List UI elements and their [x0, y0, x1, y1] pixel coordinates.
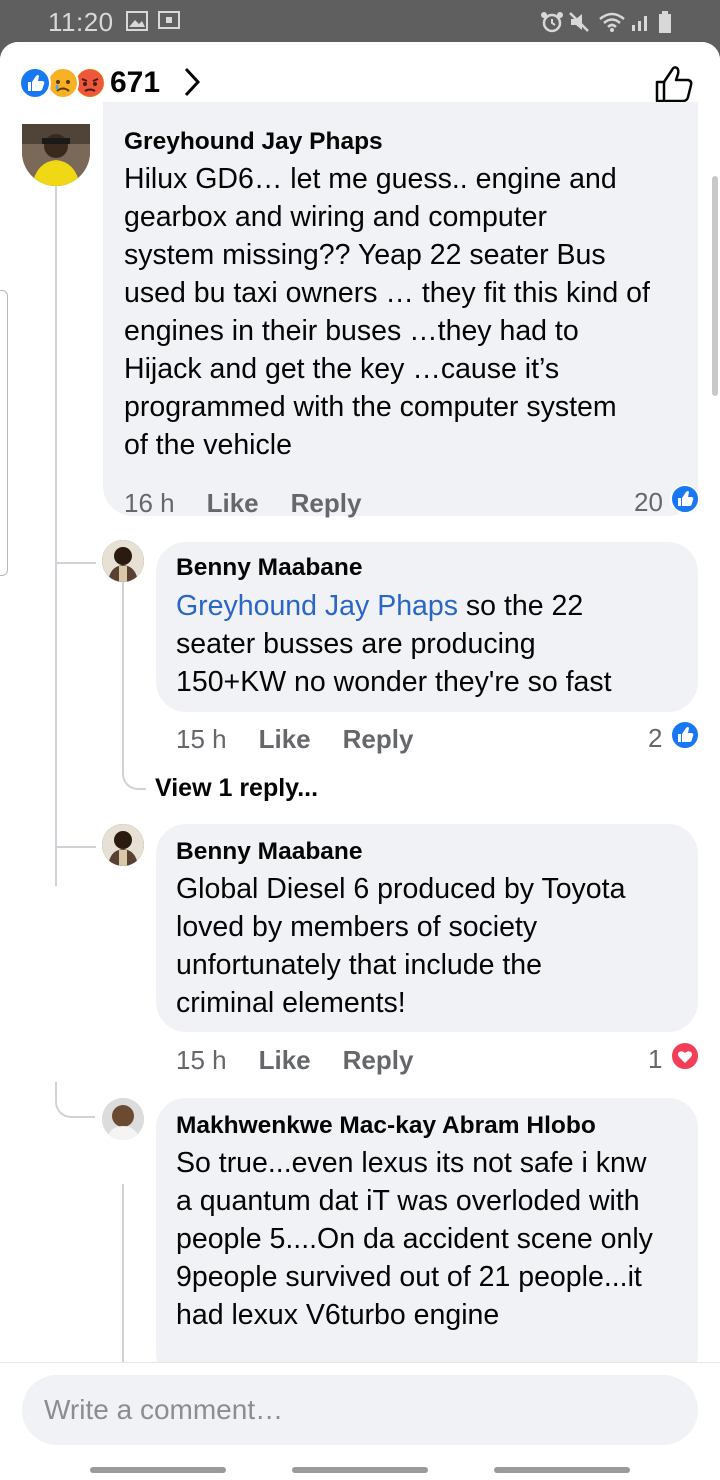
- like-button[interactable]: Like: [259, 1045, 311, 1075]
- comment-input[interactable]: [22, 1375, 698, 1445]
- chevron-right-icon[interactable]: [182, 66, 202, 98]
- left-edge-handle: [0, 290, 8, 576]
- comment-time: 16 h: [124, 488, 175, 518]
- avatar-image: [102, 1098, 144, 1140]
- avatar[interactable]: [102, 824, 144, 866]
- signal-icon: [632, 16, 647, 31]
- reply-button[interactable]: Reply: [291, 488, 362, 518]
- like-button[interactable]: Like: [259, 724, 311, 754]
- mute-icon: [569, 12, 589, 32]
- like-badge-icon: [670, 484, 700, 514]
- screen-icon: [158, 11, 180, 29]
- thread-curve: [55, 1082, 95, 1118]
- comment-actions: 16 h Like Reply: [124, 488, 393, 519]
- thread-branch: [56, 562, 96, 564]
- comment-text: Hilux GD6… let me guess.. engine and gea…: [124, 163, 650, 461]
- gallery-icon: [126, 11, 148, 31]
- avatar[interactable]: [102, 540, 144, 582]
- comment-text: Greyhound Jay Phaps so the 22 seater bus…: [176, 587, 696, 701]
- avatar-image: [22, 124, 90, 186]
- like-icon: [19, 67, 51, 99]
- love-badge-icon: [670, 1041, 700, 1071]
- alarm-icon: [541, 12, 563, 33]
- comment-author[interactable]: Makhwenkwe Mac-kay Abram Hlobo: [176, 1112, 596, 1140]
- reaction-total: 671: [110, 66, 161, 99]
- comment-text: Global Diesel 6 produced by Toyota loved…: [176, 873, 626, 1019]
- thread-line: [55, 186, 57, 886]
- thread-branch: [56, 846, 96, 848]
- scrollbar[interactable]: [712, 176, 718, 396]
- like-button[interactable]: Like: [207, 488, 259, 518]
- view-replies-link[interactable]: View 1 reply...: [155, 774, 318, 803]
- status-time: 11:20: [48, 7, 114, 37]
- avatar[interactable]: [102, 1098, 144, 1140]
- reply-thread-line: [122, 1184, 124, 1374]
- wifi-icon: [599, 12, 625, 32]
- like-outline-icon[interactable]: [654, 64, 694, 104]
- status-bar: 11:20: [0, 0, 720, 44]
- comment-time: 15 h: [176, 1045, 227, 1075]
- reply-thread-curve: [122, 762, 146, 790]
- reply-button[interactable]: Reply: [343, 724, 414, 754]
- sad-icon: [47, 67, 79, 99]
- comment-author[interactable]: Benny Maabane: [176, 554, 363, 582]
- avatar-image: [102, 824, 144, 866]
- nav-back-button[interactable]: [494, 1467, 630, 1473]
- reaction-count[interactable]: 2: [648, 723, 662, 754]
- reaction-count[interactable]: 1: [648, 1044, 662, 1075]
- comment-text: So true...even lexus its not safe i knw …: [176, 1147, 653, 1331]
- reply-button[interactable]: Reply: [343, 1045, 414, 1075]
- comment-actions: 15 h Like Reply: [176, 724, 445, 755]
- reply-thread-line: [122, 582, 124, 772]
- comment-composer: [0, 1362, 720, 1480]
- comment-author[interactable]: Greyhound Jay Phaps: [124, 128, 383, 156]
- avatar[interactable]: [22, 124, 90, 186]
- angry-icon: [74, 67, 106, 99]
- reaction-summary-icons: [19, 67, 106, 99]
- nav-recents-button[interactable]: [90, 1467, 226, 1473]
- battery-icon: [659, 11, 671, 33]
- comment-author[interactable]: Benny Maabane: [176, 838, 363, 866]
- reaction-count[interactable]: 20: [634, 487, 663, 518]
- avatar-image: [102, 540, 144, 582]
- comments-sheet: 671 Greyhound Jay Phaps Hilux GD6… let m…: [0, 42, 720, 1480]
- like-badge-icon: [670, 720, 700, 750]
- comment-actions: 15 h Like Reply: [176, 1045, 445, 1076]
- nav-home-button[interactable]: [292, 1467, 428, 1473]
- mention-link[interactable]: Greyhound Jay Phaps: [176, 590, 458, 622]
- comment-time: 15 h: [176, 724, 227, 754]
